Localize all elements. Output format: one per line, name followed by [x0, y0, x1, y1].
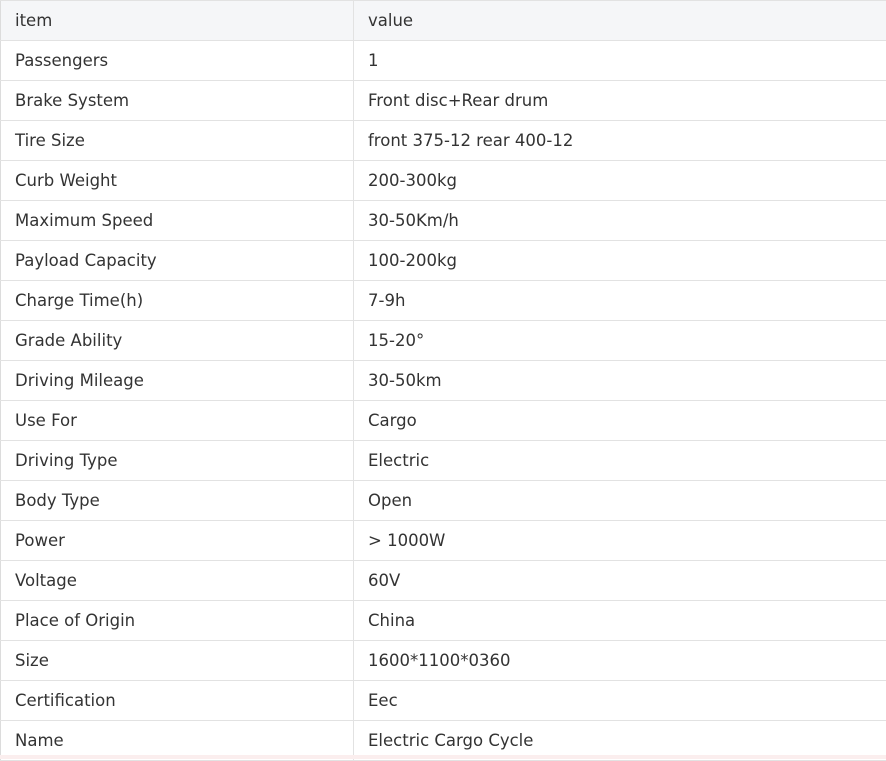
item-cell: Grade Ability — [1, 321, 354, 361]
item-cell: Charge Time(h) — [1, 281, 354, 321]
value-cell: 30-50km — [354, 361, 886, 401]
item-cell: Curb Weight — [1, 161, 354, 201]
value-cell: China — [354, 601, 886, 641]
item-cell: Use For — [1, 401, 354, 441]
column-header-item: item — [1, 1, 354, 41]
bottom-divider-strip — [0, 755, 886, 759]
table-row: Power> 1000W — [1, 521, 886, 561]
item-cell: Maximum Speed — [1, 201, 354, 241]
table-row: Payload Capacity100-200kg — [1, 241, 886, 281]
value-cell: > 1000W — [354, 521, 886, 561]
value-cell: 1600*1100*0360 — [354, 641, 886, 681]
table-row: Voltage60V — [1, 561, 886, 601]
value-cell: 1 — [354, 41, 886, 81]
column-header-value: value — [354, 1, 886, 41]
value-cell: front 375-12 rear 400-12 — [354, 121, 886, 161]
item-cell: Driving Mileage — [1, 361, 354, 401]
value-cell: 15-20° — [354, 321, 886, 361]
value-cell: Electric — [354, 441, 886, 481]
table-body: Passengers1 Brake SystemFront disc+Rear … — [1, 41, 886, 761]
item-cell: Brake System — [1, 81, 354, 121]
spec-table: item value Passengers1 Brake SystemFront… — [0, 0, 886, 761]
value-cell: Front disc+Rear drum — [354, 81, 886, 121]
item-cell: Passengers — [1, 41, 354, 81]
value-cell: 60V — [354, 561, 886, 601]
value-cell: 30-50Km/h — [354, 201, 886, 241]
header-row: item value — [1, 1, 886, 41]
table-row: Place of OriginChina — [1, 601, 886, 641]
value-cell: Eec — [354, 681, 886, 721]
table-row: Charge Time(h)7-9h — [1, 281, 886, 321]
table-row: Tire Sizefront 375-12 rear 400-12 — [1, 121, 886, 161]
table-row: Grade Ability15-20° — [1, 321, 886, 361]
value-cell: Open — [354, 481, 886, 521]
table-row: Maximum Speed30-50Km/h — [1, 201, 886, 241]
table-row: Use ForCargo — [1, 401, 886, 441]
item-cell: Voltage — [1, 561, 354, 601]
table-row: Body TypeOpen — [1, 481, 886, 521]
table-row: Passengers1 — [1, 41, 886, 81]
item-cell: Driving Type — [1, 441, 354, 481]
item-cell: Body Type — [1, 481, 354, 521]
table-row: Driving TypeElectric — [1, 441, 886, 481]
table-row: Brake SystemFront disc+Rear drum — [1, 81, 886, 121]
value-cell: 200-300kg — [354, 161, 886, 201]
item-cell: Certification — [1, 681, 354, 721]
item-cell: Payload Capacity — [1, 241, 354, 281]
value-cell: 100-200kg — [354, 241, 886, 281]
value-cell: Cargo — [354, 401, 886, 441]
item-cell: Power — [1, 521, 354, 561]
item-cell: Tire Size — [1, 121, 354, 161]
table-header: item value — [1, 1, 886, 41]
item-cell: Place of Origin — [1, 601, 354, 641]
table-row: CertificationEec — [1, 681, 886, 721]
table-row: Driving Mileage30-50km — [1, 361, 886, 401]
table-row: Curb Weight200-300kg — [1, 161, 886, 201]
value-cell: 7-9h — [354, 281, 886, 321]
table-row: Size1600*1100*0360 — [1, 641, 886, 681]
item-cell: Size — [1, 641, 354, 681]
